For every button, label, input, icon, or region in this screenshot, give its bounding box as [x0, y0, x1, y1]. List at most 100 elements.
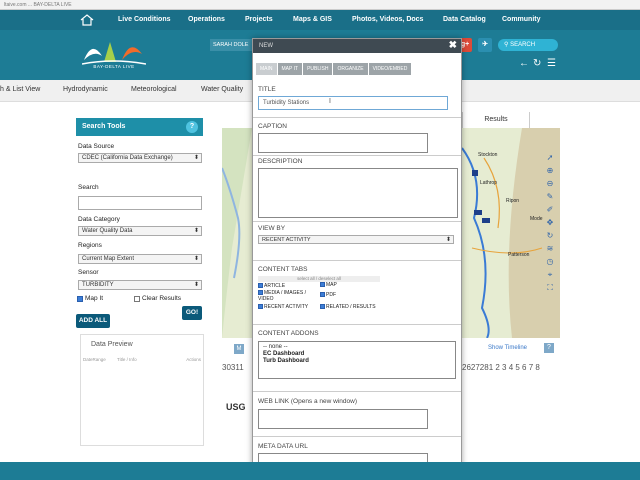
tab-map-it[interactable]: MAP IT	[277, 63, 303, 75]
layers-icon[interactable]: ≋	[545, 244, 555, 254]
pagination-left[interactable]: 30311	[222, 363, 244, 372]
go-button[interactable]: GO!	[182, 306, 202, 320]
map-it-checkbox[interactable]	[77, 296, 83, 302]
viewby-select[interactable]: RECENT ACTIVITY	[258, 235, 454, 244]
title-section: TITLE	[258, 86, 458, 93]
regions-select[interactable]: Current Map Extent	[78, 254, 202, 264]
back-arrow-icon[interactable]: ←	[519, 58, 529, 69]
refresh-icon[interactable]: ↻	[533, 58, 541, 69]
subnav-meteorological[interactable]: Meteorological	[131, 86, 177, 93]
subnav-search-list-view[interactable]: h & List View	[0, 86, 40, 93]
content-addons-section: CONTENT ADDONS	[258, 330, 458, 337]
weblink-section: WEB LINK (Opens a new window)	[258, 398, 458, 405]
list-menu-icon[interactable]: ☰	[547, 58, 556, 69]
timeline-toggle-icon[interactable]: M	[234, 344, 244, 354]
nav-live-conditions[interactable]: Live Conditions	[118, 16, 171, 23]
logo-text: BAY-DELTA LIVE	[93, 64, 135, 69]
pointer-icon[interactable]: ➚	[545, 153, 555, 163]
tab-publish[interactable]: PUBLISH	[303, 63, 333, 75]
preview-col-actions: Actions	[186, 357, 201, 362]
timeline-help-icon[interactable]: ?	[544, 343, 554, 353]
site-search-button[interactable]: ⚲ SEARCH	[498, 39, 558, 51]
new-item-modal: NEW ✖ MAIN MAP IT PUBLISH ORGANIZE VIDEO/EMB…	[252, 38, 462, 480]
subnav-hydrodynamic[interactable]: Hydrodynamic	[63, 86, 108, 93]
data-preview-panel: Data Preview DateRange Title / Info Acti…	[80, 334, 204, 446]
nav-operations[interactable]: Operations	[188, 16, 225, 23]
nav-data-catalog[interactable]: Data Catalog	[443, 16, 486, 23]
fullscreen-icon[interactable]: ⛶	[545, 283, 555, 293]
content-addons-list[interactable]: -- none -- EC Dashboard Turb Dashboard	[258, 341, 456, 379]
zoom-extent-icon[interactable]: ⌖	[545, 270, 555, 280]
show-timeline-link[interactable]: Show Timeline	[488, 345, 527, 351]
measure-icon[interactable]: ✎	[545, 192, 555, 202]
search-tools-header: Search Tools ?	[76, 118, 203, 136]
zoom-out-icon[interactable]: ⊖	[545, 179, 555, 189]
search-input[interactable]	[78, 196, 202, 210]
tab-video-embed[interactable]: VIDEO/EMBED	[368, 63, 412, 75]
addon-option[interactable]: EC Dashboard	[263, 351, 451, 358]
content-tab-pdf[interactable]: PDF	[320, 292, 336, 298]
content-addons-label: CONTENT ADDONS	[258, 330, 319, 337]
search-label: Search	[78, 184, 99, 191]
viewby-label: VIEW BY	[258, 225, 286, 232]
tab-main[interactable]: MAIN	[256, 63, 277, 75]
nav-community[interactable]: Community	[502, 16, 541, 23]
browser-address-bar[interactable]: ltaive.com ... BAY-DELTA LIVE	[0, 0, 640, 10]
addon-option[interactable]: Turb Dashboard	[263, 358, 451, 365]
content-tab-map[interactable]: MAP	[320, 282, 337, 288]
share-icon[interactable]: ✈	[478, 38, 492, 52]
content-tabs-section: CONTENT TABS	[258, 266, 458, 273]
home-icon[interactable]	[80, 14, 94, 26]
title-value: Turbidity Stations	[263, 100, 310, 106]
preview-col-daterange: DateRange	[83, 357, 106, 362]
checkbox-checked-icon	[258, 304, 263, 310]
preview-col-title: Title / Info	[117, 357, 137, 362]
metadata-section: META DATA URL	[258, 443, 458, 450]
search-tools-panel: Search Tools ? Data Source CDEC (Califor…	[76, 118, 204, 448]
data-source-select[interactable]: CDEC (California Data Exchange)	[78, 153, 202, 163]
title-input[interactable]: Turbidity Stations	[258, 96, 448, 110]
addon-option[interactable]: -- none --	[263, 344, 451, 351]
divider	[253, 391, 461, 392]
close-icon[interactable]: ✖	[449, 40, 457, 51]
description-textarea[interactable]	[258, 168, 458, 218]
user-menu[interactable]: SARAH DOLE	[210, 39, 256, 51]
results-tab[interactable]: Results	[462, 112, 530, 128]
map-label-modesto: Mode	[530, 216, 543, 222]
search-tools-title: Search Tools	[82, 123, 126, 130]
tab-organize[interactable]: ORGANIZE	[333, 63, 368, 75]
zoom-in-icon[interactable]: ⊕	[545, 166, 555, 176]
add-all-button[interactable]: ADD ALL	[76, 314, 110, 328]
caption-textarea[interactable]	[258, 133, 428, 153]
data-category-label: Data Category	[78, 216, 120, 223]
nav-maps-gis[interactable]: Maps & GIS	[293, 16, 332, 23]
weblink-label: WEB LINK (Opens a new window)	[258, 398, 357, 405]
sensor-select[interactable]: TURBIDITY	[78, 280, 202, 290]
content-tab-recent-activity[interactable]: RECENT ACTIVITY	[258, 304, 308, 310]
help-icon[interactable]: ?	[186, 121, 198, 133]
clock-icon[interactable]: ◷	[545, 257, 555, 267]
divider	[253, 221, 461, 222]
refresh-map-icon[interactable]: ↻	[545, 231, 555, 241]
pan-icon[interactable]: ✥	[545, 218, 555, 228]
subnav-water-quality[interactable]: Water Quality	[201, 86, 243, 93]
data-preview-title: Data Preview	[91, 341, 133, 348]
pagination-right[interactable]: 2627281 2 3 4 5 6 7 8	[462, 363, 540, 372]
preview-columns: DateRange Title / Info Actions	[83, 357, 203, 362]
nav-photos-videos-docs[interactable]: Photos, Videos, Docs	[352, 16, 423, 23]
clear-results-checkbox[interactable]	[134, 296, 140, 302]
select-all-link[interactable]: select all / deselect all	[258, 276, 380, 282]
data-category-select[interactable]: Water Quality Data	[78, 226, 202, 236]
checkbox-checked-icon	[320, 304, 325, 310]
metadata-label: META DATA URL	[258, 443, 308, 450]
map-toolbar: ➚ ⊕ ⊖ ✎ ✐ ✥ ↻ ≋ ◷ ⌖ ⛶	[543, 150, 557, 310]
nav-projects[interactable]: Projects	[245, 16, 273, 23]
content-tab-media[interactable]: MEDIA / IMAGES / VIDEO	[258, 290, 318, 302]
draw-icon[interactable]: ✐	[545, 205, 555, 215]
content-tab-related[interactable]: RELATED / RESULTS	[320, 304, 376, 310]
content-tab-article[interactable]: ARTICLE	[258, 283, 285, 289]
divider	[253, 436, 461, 437]
checkbox-checked-icon	[258, 290, 263, 296]
footer	[0, 462, 640, 480]
weblink-input[interactable]	[258, 409, 428, 429]
